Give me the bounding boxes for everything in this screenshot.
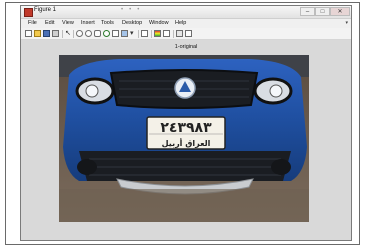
new-figure-icon[interactable] <box>25 30 32 37</box>
toolbar-separator <box>173 30 174 38</box>
minimize-icon[interactable]: – <box>300 7 315 16</box>
open-file-icon[interactable] <box>34 30 41 37</box>
dock-figure-icon[interactable] <box>185 30 192 37</box>
window-title: Figure 1 <box>34 7 57 13</box>
title-bar: Figure 1 ••• – □ ✕ <box>21 6 351 19</box>
edit-plot-arrow-icon[interactable]: ↖ <box>65 30 72 37</box>
menu-view[interactable]: View <box>62 20 74 26</box>
hide-plot-tools-icon[interactable] <box>163 30 170 37</box>
menu-edit[interactable]: Edit <box>45 20 54 26</box>
insert-legend-icon[interactable] <box>154 30 161 37</box>
axes-title: 1-original <box>174 44 198 50</box>
menu-help[interactable]: Help <box>175 20 186 26</box>
close-icon[interactable]: ✕ <box>330 7 350 16</box>
figure-canvas: 1-original ٢٤٣٩٨٣ العراق أربيل <box>21 40 351 240</box>
zoom-out-icon[interactable] <box>85 30 92 37</box>
rotate-3d-icon[interactable] <box>103 30 110 37</box>
menu-bar: File Edit View Insert Tools Desktop Wind… <box>21 19 351 28</box>
save-icon[interactable] <box>43 30 50 37</box>
toolbar-separator <box>138 30 139 38</box>
zoom-in-icon[interactable] <box>76 30 83 37</box>
menu-tools[interactable]: Tools <box>101 20 114 26</box>
menu-window[interactable]: Window <box>149 20 169 26</box>
menu-insert[interactable]: Insert <box>81 20 95 26</box>
menu-desktop[interactable]: Desktop <box>122 20 142 26</box>
matlab-app-icon <box>24 8 33 17</box>
matlab-figure-window: Figure 1 ••• – □ ✕ File Edit View Insert… <box>20 5 352 241</box>
plate-region: العراق أربيل <box>162 138 211 148</box>
toolbar-separator <box>151 30 152 38</box>
toolbar-separator <box>73 30 74 38</box>
maximize-icon[interactable]: □ <box>315 7 330 16</box>
print-icon[interactable] <box>52 30 59 37</box>
car-photo: ٢٤٣٩٨٣ العراق أربيل <box>59 55 309 222</box>
car-front-image: ٢٤٣٩٨٣ العراق أربيل <box>59 55 309 222</box>
menu-dock-arrow-icon[interactable]: ▾ <box>345 20 348 26</box>
title-bar-decoration: ••• <box>121 7 146 13</box>
toolbar-separator <box>62 30 63 38</box>
pan-icon[interactable] <box>94 30 101 37</box>
show-plot-tools-icon[interactable] <box>176 30 183 37</box>
menu-file[interactable]: File <box>28 20 37 26</box>
figure-toolbar: ↖ ▾ <box>21 28 351 40</box>
insert-colorbar-icon[interactable] <box>141 30 148 37</box>
data-cursor-icon[interactable] <box>112 30 119 37</box>
link-icon[interactable]: ▾ <box>130 30 137 37</box>
plate-number: ٢٤٣٩٨٣ <box>160 120 212 136</box>
brush-icon[interactable] <box>121 30 128 37</box>
